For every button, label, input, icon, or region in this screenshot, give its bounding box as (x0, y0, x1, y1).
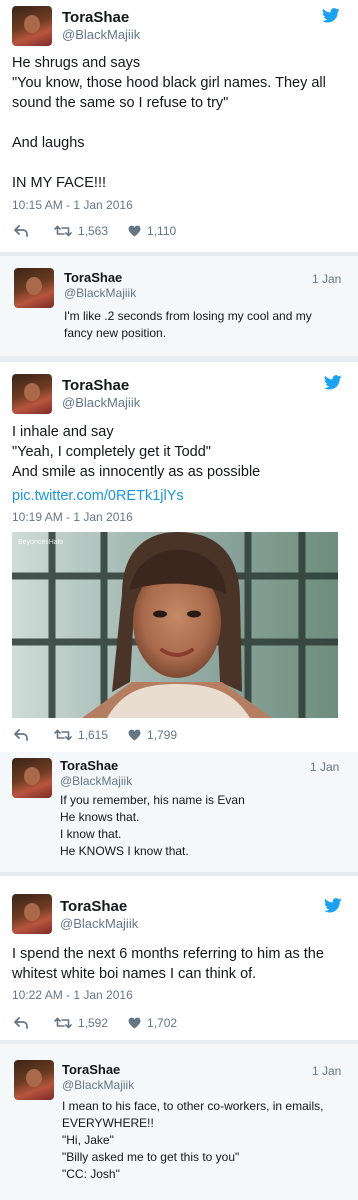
username[interactable]: @BlackMajiik (62, 27, 140, 42)
reply-icon (14, 225, 28, 237)
like-icon (128, 729, 141, 741)
tweet-actions: 1,592 1,702 (14, 1016, 197, 1030)
avatar[interactable] (14, 1060, 54, 1100)
display-name[interactable]: ToraShae (62, 377, 129, 394)
reply-date[interactable]: 1 Jan (312, 272, 341, 286)
display-name[interactable]: ToraShae (60, 898, 127, 915)
like-button[interactable]: 1,702 (128, 1016, 177, 1030)
like-button[interactable]: 1,110 (128, 224, 176, 238)
reply-button[interactable] (14, 729, 34, 741)
twitter-bird-icon[interactable] (322, 8, 340, 23)
display-name[interactable]: ToraShae (60, 758, 118, 773)
like-count: 1,702 (147, 1016, 178, 1030)
retweet-button[interactable]: 1,592 (54, 1016, 108, 1030)
tweet-card-1: ToraShae @BlackMajiik He shrugs and says… (0, 0, 358, 252)
username[interactable]: @BlackMajiik (62, 1078, 134, 1092)
reply-button[interactable] (14, 1017, 34, 1029)
retweet-icon (54, 1017, 72, 1029)
tweet-photo[interactable]: BeyoncésHalo (12, 532, 338, 718)
avatar[interactable] (12, 758, 52, 798)
retweet-button[interactable]: 1,563 (54, 224, 108, 238)
like-icon (128, 1017, 141, 1029)
retweet-count: 1,563 (78, 224, 109, 238)
tweet-timestamp[interactable]: 10:22 AM - 1 Jan 2016 (12, 988, 133, 1002)
image-watermark: BeyoncésHalo (18, 539, 63, 546)
reply-card-2: ToraShae @BlackMajiik 1 Jan If you remem… (0, 752, 358, 872)
tweet-actions: 1,615 1,799 (14, 728, 197, 742)
tweet-text: He shrugs and says "You know, those hood… (12, 55, 326, 191)
tweet-card-2: ToraShae @BlackMajiik I inhale and say "… (0, 362, 358, 752)
username[interactable]: @BlackMajiik (60, 916, 138, 931)
reply-text: I mean to his face, to other co-workers,… (62, 1099, 324, 1181)
reply-date[interactable]: 1 Jan (312, 1064, 341, 1078)
tweet-card-3: ToraShae @BlackMajiik I spend the next 6… (0, 876, 358, 1040)
reply-button[interactable] (14, 225, 34, 237)
avatar[interactable] (12, 894, 52, 934)
display-name[interactable]: ToraShae (62, 9, 129, 26)
tweet-timestamp[interactable]: 10:19 AM - 1 Jan 2016 (12, 510, 133, 524)
like-icon (128, 225, 141, 237)
reply-icon (14, 729, 28, 741)
photo-image: BeyoncésHalo (12, 532, 338, 718)
username[interactable]: @BlackMajiik (62, 395, 140, 410)
tweet-text: I inhale and say "Yeah, I completely get… (12, 424, 261, 480)
retweet-icon (54, 225, 72, 237)
reply-card-1: ToraShae @BlackMajiik 1 Jan I'm like .2 … (0, 256, 358, 356)
reply-card-3: ToraShae @BlackMajiik 1 Jan I mean to hi… (0, 1044, 358, 1200)
retweet-icon (54, 729, 72, 741)
tweet-timestamp[interactable]: 10:15 AM - 1 Jan 2016 (12, 198, 133, 212)
avatar[interactable] (12, 374, 52, 414)
retweet-count: 1,592 (78, 1016, 109, 1030)
reply-date[interactable]: 1 Jan (310, 760, 339, 774)
display-name[interactable]: ToraShae (64, 270, 122, 285)
username[interactable]: @BlackMajiik (64, 286, 136, 300)
tweet-text: I spend the next 6 months referring to h… (12, 946, 324, 982)
like-button[interactable]: 1,799 (128, 728, 177, 742)
retweet-count: 1,615 (78, 728, 109, 742)
like-count: 1,799 (147, 728, 178, 742)
reply-text: I'm like .2 seconds from losing my cool … (64, 309, 312, 340)
retweet-button[interactable]: 1,615 (54, 728, 108, 742)
avatar[interactable] (14, 268, 54, 308)
avatar[interactable] (12, 6, 52, 46)
tweet-actions: 1,563 1,110 (14, 224, 196, 238)
display-name[interactable]: ToraShae (62, 1062, 120, 1077)
like-count: 1,110 (147, 224, 177, 238)
twitter-bird-icon[interactable] (324, 375, 342, 390)
username[interactable]: @BlackMajiik (60, 774, 132, 788)
tweet-link[interactable]: pic.twitter.com/0RETk1jlYs (12, 486, 184, 506)
reply-text: If you remember, his name is Evan He kno… (60, 793, 245, 858)
reply-icon (14, 1017, 28, 1029)
twitter-bird-icon[interactable] (324, 898, 342, 913)
